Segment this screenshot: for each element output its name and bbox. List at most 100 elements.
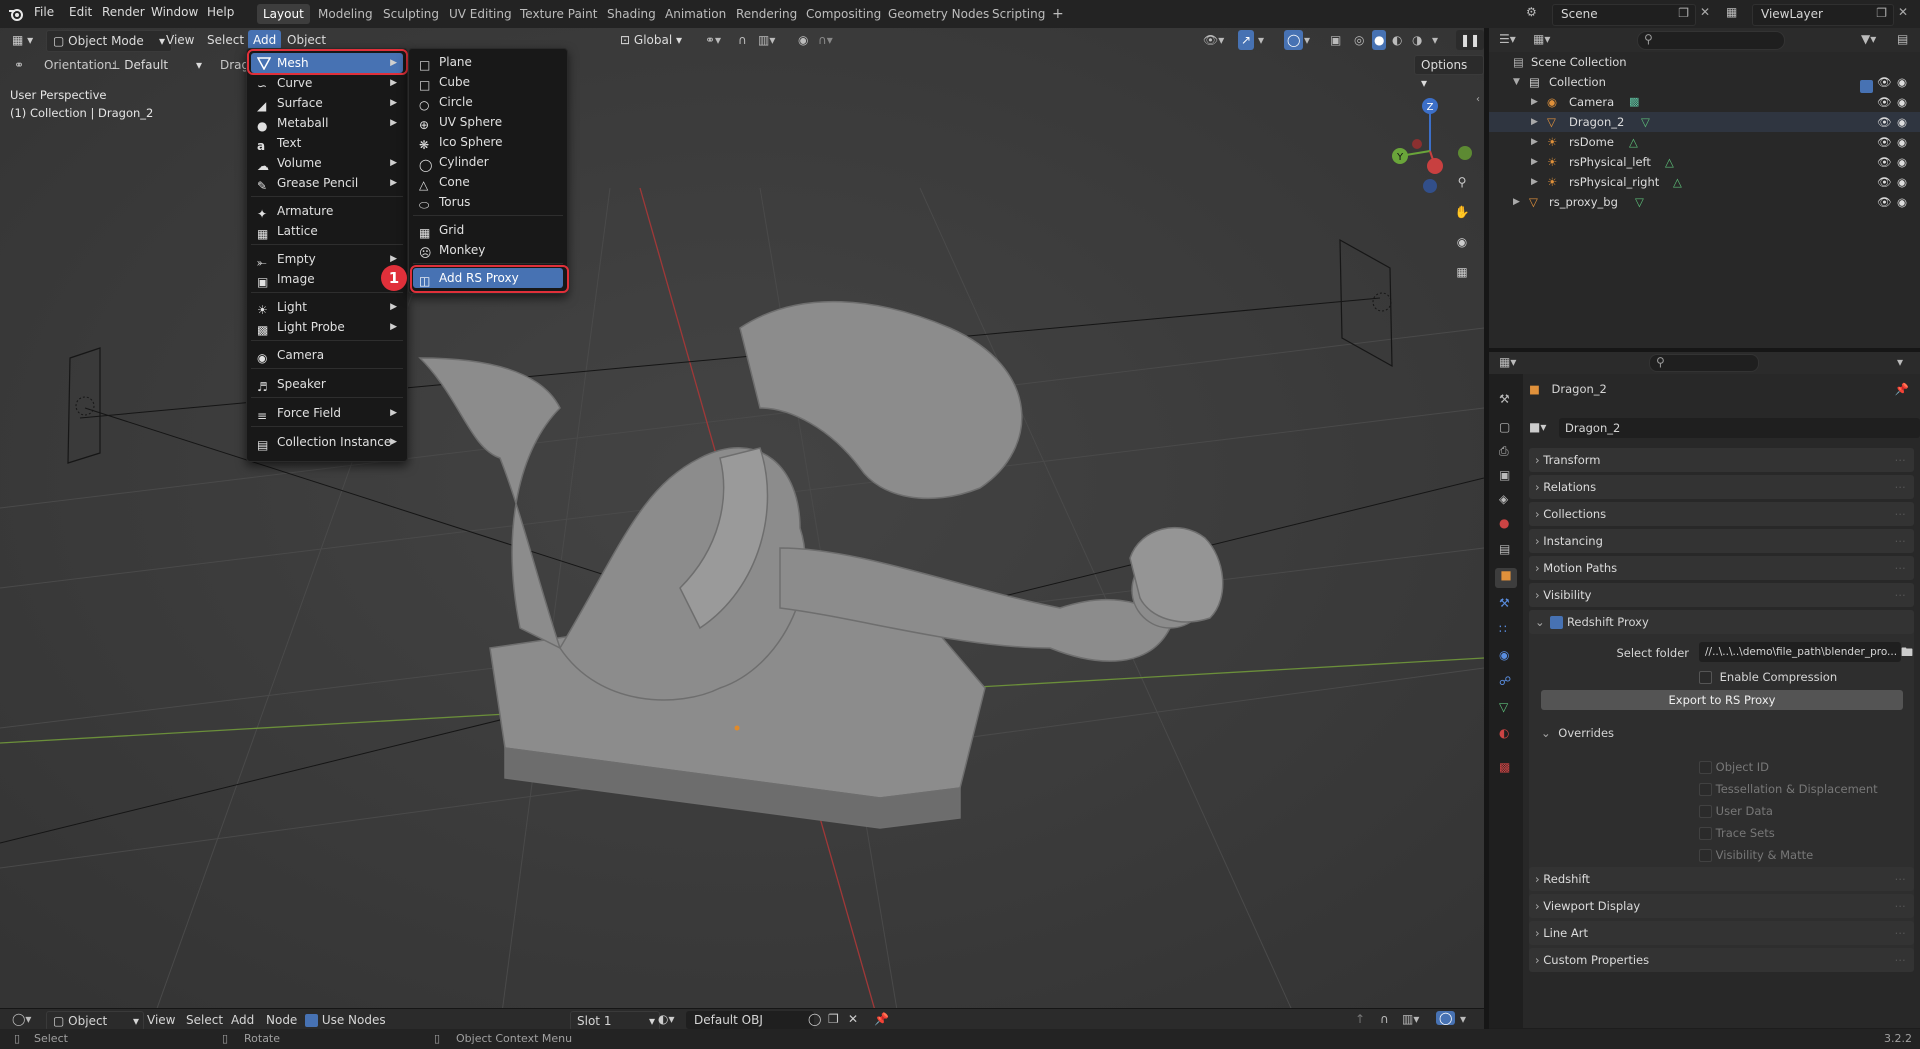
menu-render[interactable]: Render (102, 5, 145, 19)
transform-orientation-dropdown[interactable]: ⊡ Global ▾ (620, 30, 695, 50)
properties-options-icon[interactable]: ▾ (1897, 355, 1903, 369)
drag-handle-icon[interactable]: ⋯ (1895, 948, 1907, 972)
camera-view-icon[interactable]: ◉ (1450, 230, 1474, 254)
remove-scene-icon[interactable]: ✕ (1700, 5, 1710, 19)
pause-render-icon[interactable]: ❚❚ (1456, 30, 1484, 50)
mesh-item-torus[interactable]: ⬭ Torus (413, 192, 563, 212)
mesh-item-circle[interactable]: ○ Circle (413, 92, 563, 112)
snap-target-icon[interactable]: ▥▾ (758, 30, 775, 50)
expand-arrow-icon[interactable]: ▶ (1531, 152, 1538, 172)
expand-arrow-icon[interactable]: ▶ (1513, 192, 1520, 212)
physics-tab-icon[interactable]: ◉ (1499, 648, 1509, 662)
viewport-menu-object[interactable]: Object (287, 30, 326, 50)
fake-user-icon[interactable]: ◯ (808, 1012, 821, 1026)
drag-handle-icon[interactable]: ⋯ (1895, 448, 1907, 472)
expand-arrow-icon[interactable]: ▶ (1531, 132, 1538, 152)
material-tab-icon[interactable]: ◐ (1499, 726, 1509, 740)
perspective-toggle-icon[interactable]: ▦ (1450, 260, 1474, 284)
redshift-proxy-checkbox[interactable] (1550, 615, 1564, 629)
area-divider[interactable] (1484, 28, 1489, 1029)
slot-dropdown[interactable]: Slot 1 ▾ (570, 1011, 660, 1031)
unlink-material-icon[interactable]: ✕ (848, 1012, 858, 1026)
tab-geometry-nodes[interactable]: Geometry Nodes (882, 4, 995, 24)
menu-help[interactable]: Help (207, 5, 234, 19)
object-mode-dropdown[interactable]: ▢ Object Mode ▾ (46, 30, 172, 52)
tool-tab-icon[interactable]: ⚒ (1499, 392, 1510, 406)
render-camera-icon[interactable]: ◉ (1897, 112, 1907, 132)
eye-icon[interactable]: 👁 (1877, 72, 1892, 92)
filter-icon[interactable]: ▼▾ (1861, 32, 1876, 46)
eye-icon[interactable]: 👁 (1877, 92, 1892, 112)
outliner-row-rsphysical-left[interactable]: ▶ ☀ rsPhysical_left △ 👁 ◉ (1489, 152, 1920, 172)
duplicate-material-icon[interactable]: ❐ (828, 1012, 839, 1026)
menu-edit[interactable]: Edit (69, 5, 92, 19)
tab-modeling[interactable]: Modeling (312, 4, 379, 24)
wireframe-shading-icon[interactable]: ◎ (1354, 30, 1364, 50)
collection-tab-icon[interactable]: ▤ (1499, 542, 1510, 556)
add-menu-item-lattice[interactable]: ▦ Lattice (251, 221, 403, 241)
drag-handle-icon[interactable]: ⋯ (1895, 583, 1907, 607)
outliner-row-camera[interactable]: ▶ ◉ Camera ▩ 👁 ◉ (1489, 92, 1920, 112)
material-shading-icon[interactable]: ◐ (1392, 30, 1402, 50)
remove-view-layer-icon[interactable]: ✕ (1898, 5, 1908, 19)
drag-handle-icon[interactable]: ⋯ (1895, 867, 1907, 891)
outliner-row-rsdome[interactable]: ▶ ☀ rsDome △ 👁 ◉ (1489, 132, 1920, 152)
add-menu-item-empty[interactable]: ⤜ Empty ▶ (251, 249, 403, 269)
mesh-item-monkey[interactable]: ☹ Monkey (413, 240, 563, 260)
export-rs-proxy-button[interactable]: Export to RS Proxy (1541, 690, 1903, 710)
solid-shading-icon[interactable]: ● (1372, 30, 1387, 50)
eye-icon[interactable]: 👁 (1877, 152, 1892, 172)
add-menu-item-camera[interactable]: ◉ Camera (251, 345, 403, 365)
add-menu-item-curve[interactable]: ∽ Curve ▶ (251, 73, 403, 93)
mesh-item-grid[interactable]: ▦ Grid (413, 220, 563, 240)
override-trace-sets[interactable]: Trace Sets (1699, 822, 1878, 844)
view-layer-selector[interactable]: ViewLayer ❐ (1752, 4, 1894, 26)
properties-editor-type-icon[interactable]: ▦▾ (1499, 355, 1516, 369)
render-camera-icon[interactable]: ◉ (1897, 92, 1907, 112)
mesh-item-ico-sphere[interactable]: ❋ Ico Sphere (413, 132, 563, 152)
redshift-proxy-header[interactable]: ⌄ Redshift Proxy (1529, 610, 1914, 634)
node-menu-select[interactable]: Select (186, 1013, 223, 1027)
add-workspace-icon[interactable]: + (1046, 4, 1070, 24)
override-user-data[interactable]: User Data (1699, 800, 1878, 822)
rendered-shading-icon[interactable]: ◑ (1412, 30, 1422, 50)
node-menu-add[interactable]: Add (231, 1013, 254, 1027)
expand-arrow-icon[interactable]: ▶ (1531, 112, 1538, 132)
constraints-tab-icon[interactable]: ☍ (1499, 674, 1511, 688)
scene-selector[interactable]: Scene ❐ (1552, 4, 1696, 26)
override-object-id[interactable]: Object ID (1699, 756, 1878, 778)
xray-toggle-icon[interactable]: ▣ (1330, 30, 1341, 50)
select-folder-field[interactable]: //..\..\..\demo\file_path\blender_pro... (1699, 642, 1901, 662)
tab-scripting[interactable]: Scripting (986, 4, 1051, 24)
object-name-field[interactable]: Dragon_2 (1559, 418, 1920, 438)
scene-icon[interactable]: ⚙ (1526, 5, 1552, 23)
add-menu-item-metaball[interactable]: ● Metaball ▶ (251, 113, 403, 133)
add-menu-item-collection-instance[interactable]: ▤ Collection Instance ▶ (251, 432, 403, 452)
mesh-item-cone[interactable]: △ Cone (413, 172, 563, 192)
sidebar-toggle-icon[interactable]: ‹ (1476, 94, 1480, 105)
pan-hand-icon[interactable]: ✋ (1450, 200, 1474, 224)
node-snap-icon[interactable]: ∩ (1380, 1012, 1389, 1026)
object-tab-icon[interactable]: ■ (1495, 568, 1517, 588)
falloff-icon[interactable]: ∩▾ (818, 30, 833, 50)
proportional-edit-icon[interactable]: ◉ (798, 30, 808, 50)
expand-arrow-icon[interactable]: ▶ (1531, 92, 1538, 112)
world-tab-icon[interactable]: ● (1499, 516, 1509, 530)
pin-icon[interactable]: 📌 (874, 1012, 889, 1026)
eye-icon[interactable]: 👁 (1877, 172, 1892, 192)
area-divider[interactable] (1489, 348, 1920, 352)
render-camera-icon[interactable]: ◉ (1897, 192, 1907, 212)
panel-redshift[interactable]: › Redshift ⋯ (1529, 867, 1914, 891)
drag-handle-icon[interactable]: ⋯ (1895, 475, 1907, 499)
editor-type-icon[interactable]: ▦ ▾ (12, 30, 33, 50)
viewport-menu-view[interactable]: View (166, 30, 194, 50)
expand-arrow-icon[interactable]: ▼ (1513, 72, 1520, 92)
gizmo-toggle-icon[interactable]: ↗ (1238, 30, 1255, 50)
panel-line-art[interactable]: › Line Art ⋯ (1529, 921, 1914, 945)
render-camera-icon[interactable]: ◉ (1897, 172, 1907, 192)
mesh-item-cube[interactable]: □ Cube (413, 72, 563, 92)
add-menu-item-surface[interactable]: ◢ Surface ▶ (251, 93, 403, 113)
orientation-dropdown[interactable]: ⊥ Default ▾ (110, 55, 206, 75)
shader-object-dropdown[interactable]: ▢ Object ▾ (46, 1011, 144, 1031)
panel-viewport-display[interactable]: › Viewport Display ⋯ (1529, 894, 1914, 918)
